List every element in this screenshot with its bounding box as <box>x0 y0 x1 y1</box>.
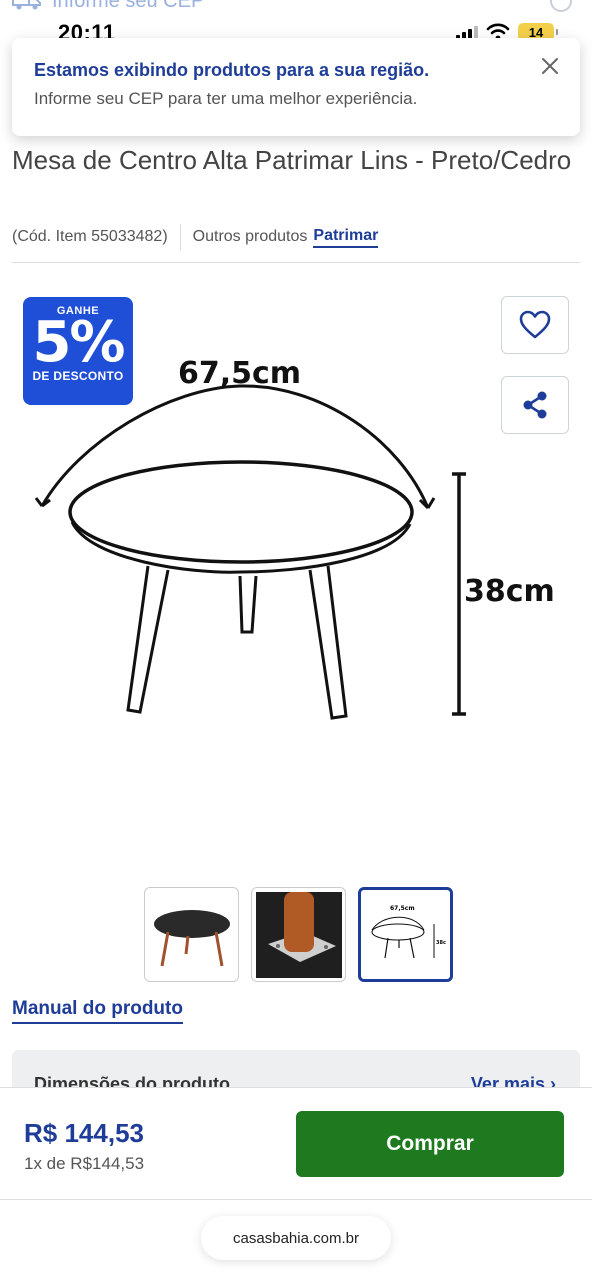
thumb-table-photo[interactable] <box>144 887 239 982</box>
product-meta: (Cód. Item 55033482) Outros produtos Pat… <box>12 224 379 250</box>
accessibility-icon[interactable] <box>550 0 572 12</box>
height-label: 38cm <box>464 574 555 609</box>
share-icon <box>523 391 547 419</box>
discount-badge: GANHE 5% DE DESCONTO <box>23 297 133 405</box>
installment: 1x de R$144,53 <box>24 1154 145 1173</box>
share-button[interactable] <box>501 376 569 434</box>
url-bar[interactable]: casasbahia.com.br <box>201 1216 391 1260</box>
price: R$ 144,53 <box>24 1118 144 1148</box>
others-label: Outros produtos <box>192 228 308 245</box>
width-label: 67,5cm <box>178 356 302 391</box>
item-code: (Cód. Item 55033482) <box>12 228 168 245</box>
header-strip: Informe seu CEP <box>0 0 592 14</box>
divider <box>12 262 580 263</box>
purchase-bar: R$ 144,53 1x de R$144,53 Comprar <box>0 1087 592 1200</box>
cep-prompt[interactable]: Informe seu CEP <box>52 0 204 13</box>
toast-subtitle: Informe seu CEP para ter uma melhor expe… <box>34 89 418 108</box>
thumbnail-gallery: 67,5cm 38cm <box>144 887 453 982</box>
heart-icon <box>519 310 551 339</box>
dimensions-card: Dimensões do produto Ver mais › <box>12 1050 580 1090</box>
thumb-leg-detail[interactable] <box>251 887 346 982</box>
badge-percent: 5% <box>32 310 125 375</box>
meta-divider <box>179 224 181 250</box>
favorite-button[interactable] <box>501 296 569 354</box>
region-toast: Estamos exibindo produtos para a sua reg… <box>12 38 580 136</box>
buy-button[interactable]: Comprar <box>296 1111 564 1177</box>
close-icon[interactable] <box>540 56 560 76</box>
manual-link[interactable]: Manual do produto <box>12 998 183 1024</box>
svg-text:67,5cm: 67,5cm <box>390 905 415 912</box>
truck-icon <box>12 0 41 10</box>
badge-line2: DE DESCONTO <box>32 369 124 383</box>
brand-link[interactable]: Patrimar <box>313 227 379 248</box>
toast-title: Estamos exibindo produtos para a sua reg… <box>34 60 430 80</box>
product-title: Mesa de Centro Alta Patrimar Lins - Pret… <box>12 145 572 175</box>
svg-text:38cm: 38cm <box>436 940 446 946</box>
url-text: casasbahia.com.br <box>233 1229 359 1247</box>
thumb-dimensions-drawing[interactable]: 67,5cm 38cm <box>358 887 453 982</box>
